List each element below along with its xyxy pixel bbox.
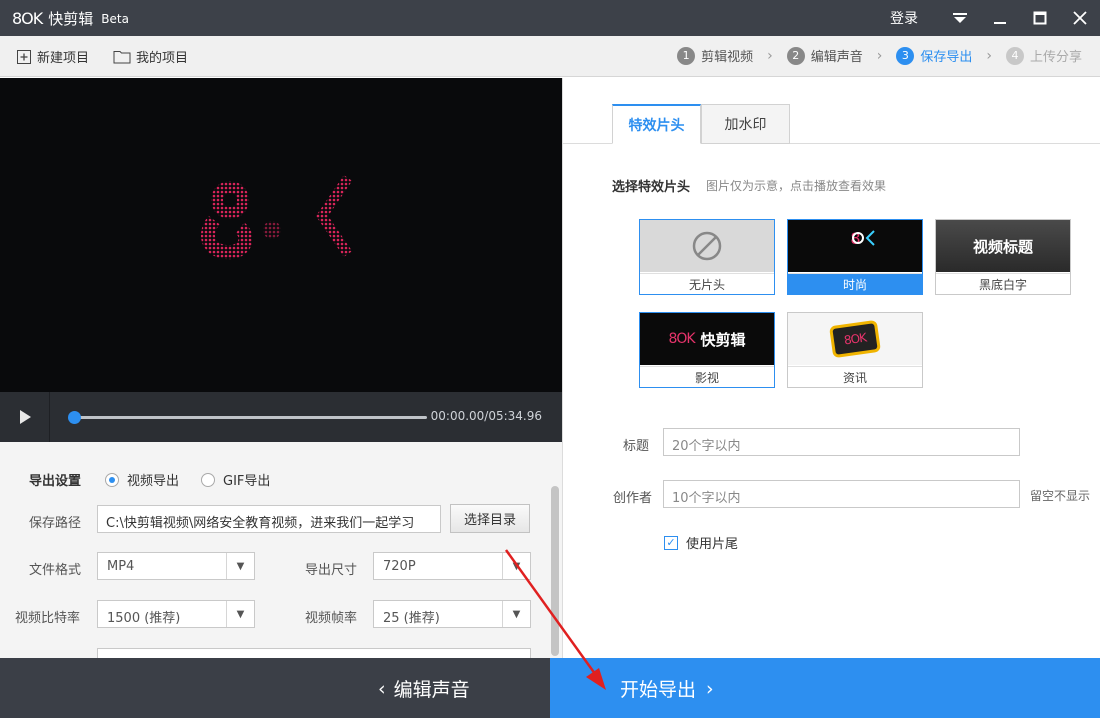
export-settings: 导出设置 视频导出 GIF导出 保存路径 C:\快剪辑视频\网络安全教育视频，进… (0, 442, 562, 658)
intro-card-caption: 影视 (640, 366, 774, 387)
folder-icon (113, 51, 131, 64)
intro-card-news[interactable]: 8OK 资讯 (787, 312, 923, 388)
step-breadcrumb: 1 剪辑视频 › 2 编辑声音 › 3 保存导出 › 4 上传分享 (677, 46, 1082, 65)
chevron-right-icon: › (876, 47, 883, 64)
intro-section-title: 选择特效片头 (612, 180, 691, 195)
step-save-export[interactable]: 3 保存导出 (896, 46, 972, 65)
new-project-label: 新建项目 (37, 51, 90, 66)
title-bar: 8OK 快剪辑 Beta 登录 (0, 0, 1100, 36)
chevron-down-icon: ▼ (502, 553, 530, 579)
black-white-thumb-text: 视频标题 (972, 237, 1033, 256)
menu-icon (953, 13, 967, 23)
intro-card-caption: 黑底白字 (936, 273, 1070, 294)
tab-watermark[interactable]: 加水印 (701, 104, 790, 144)
chevron-right-icon: › (986, 47, 992, 64)
start-export-label: 开始导出 (620, 679, 697, 701)
fps-label: 视频帧率 (305, 611, 358, 626)
start-export-button[interactable]: 开始导出 › (550, 658, 1100, 718)
intro-card-none[interactable]: 无片头 (639, 219, 775, 295)
bitrate-select[interactable]: 1500 (推荐) ▼ (97, 600, 255, 628)
my-projects-button[interactable]: 我的项目 (113, 47, 188, 66)
gif-export-radio[interactable]: GIF导出 (201, 470, 270, 489)
step-edit-audio[interactable]: 2 编辑声音 (786, 46, 863, 65)
film-thumb-text: 快剪辑 (700, 330, 746, 349)
player-controls: 00:00.00/05:34.96 (0, 392, 562, 442)
step-upload-share: 4 上传分享 (1005, 46, 1082, 65)
new-project-icon (17, 49, 31, 64)
logo-mark: 8OK (12, 9, 43, 28)
tab-bar: 特效片头 加水印 (563, 78, 1100, 144)
audio-settings-select[interactable] (97, 648, 531, 658)
use-ending-checkbox[interactable]: ✓ 使用片尾 (664, 533, 738, 552)
close-button[interactable] (1060, 0, 1100, 36)
chevron-down-icon: ▼ (502, 601, 530, 627)
back-edit-audio-button[interactable]: ‹ 编辑声音 (0, 658, 550, 718)
checkbox-checked-icon: ✓ (664, 535, 678, 550)
intro-card-caption: 时尚 (788, 273, 922, 294)
save-path-input[interactable]: C:\快剪辑视频\网络安全教育视频，进来我们一起学习 (97, 505, 441, 533)
chevron-down-icon: ▼ (226, 601, 254, 627)
export-size-select[interactable]: 720P ▼ (373, 552, 531, 580)
intro-card-caption: 资讯 (788, 366, 922, 387)
video-export-radio[interactable]: 视频导出 (105, 470, 179, 489)
step-edit-video[interactable]: 1 剪辑视频 (677, 46, 753, 65)
close-icon (1073, 11, 1087, 25)
file-format-select[interactable]: MP4 ▼ (97, 552, 255, 580)
login-link[interactable]: 登录 (890, 8, 918, 28)
app-logo: 8OK 快剪辑 Beta (12, 8, 129, 29)
title-label: 标题 (623, 439, 650, 454)
author-input[interactable]: 10个字以内 (663, 480, 1020, 508)
intro-card-fashion[interactable]: 8 时尚 (787, 219, 923, 295)
video-preview[interactable] (0, 78, 562, 392)
tab-intro-effects[interactable]: 特效片头 (612, 104, 701, 144)
intro-card-black-white[interactable]: 视频标题 黑底白字 (935, 219, 1071, 295)
fps-select[interactable]: 25 (推荐) ▼ (373, 600, 531, 628)
intro-card-caption: 无片头 (640, 273, 774, 294)
progress-handle[interactable] (68, 411, 81, 424)
export-size-label: 导出尺寸 (305, 563, 358, 578)
back-button-label: 编辑声音 (393, 679, 470, 701)
intro-card-film[interactable]: 8OK 快剪辑 影视 (639, 312, 775, 388)
maximize-icon (1033, 11, 1047, 25)
file-format-label: 文件格式 (29, 563, 82, 578)
news-thumb-image: 8OK (829, 319, 881, 359)
author-hint: 留空不显示 (1030, 489, 1091, 503)
title-input[interactable]: 20个字以内 (663, 428, 1020, 456)
settings-scrollbar[interactable] (551, 486, 559, 656)
intro-section-hint: 图片仅为示意，点击播放查看效果 (706, 179, 887, 193)
film-thumb-mark: 8OK (668, 331, 695, 347)
intro-panel: 特效片头 加水印 选择特效片头 图片仅为示意，点击播放查看效果 无片头 8 时尚… (563, 78, 1100, 658)
chevron-right-icon: › (706, 677, 714, 700)
maximize-button[interactable] (1020, 0, 1060, 36)
time-display: 00:00.00/05:34.96 (430, 409, 542, 423)
author-label: 创作者 (613, 491, 653, 506)
chevron-right-icon: › (767, 47, 773, 64)
svg-text:8: 8 (850, 229, 860, 248)
toolbar: 新建项目 我的项目 1 剪辑视频 › 2 编辑声音 › 3 保存导出 › 4 上… (0, 36, 1100, 77)
no-entry-icon (692, 231, 722, 261)
radio-checked-icon (105, 472, 119, 487)
minimize-button[interactable] (980, 0, 1020, 36)
fashion-thumb-image: 8 (850, 229, 875, 248)
progress-track[interactable] (72, 416, 427, 419)
app-name: 快剪辑 (48, 10, 94, 28)
choose-directory-button[interactable]: 选择目录 (450, 504, 530, 533)
minimize-icon (994, 22, 1006, 24)
play-button[interactable] (0, 392, 50, 442)
chevron-down-icon: ▼ (226, 553, 254, 579)
beta-badge: Beta (101, 11, 129, 26)
radio-unchecked-icon (201, 472, 215, 487)
bitrate-label: 视频比特率 (15, 611, 81, 626)
my-projects-label: 我的项目 (136, 51, 189, 66)
play-icon (19, 410, 31, 424)
preview-logo-image (201, 175, 353, 260)
new-project-button[interactable]: 新建项目 (16, 47, 89, 66)
save-path-label: 保存路径 (29, 516, 82, 531)
export-settings-label: 导出设置 (29, 474, 82, 489)
chevron-left-icon: ‹ (378, 677, 386, 700)
menu-button[interactable] (940, 0, 980, 36)
